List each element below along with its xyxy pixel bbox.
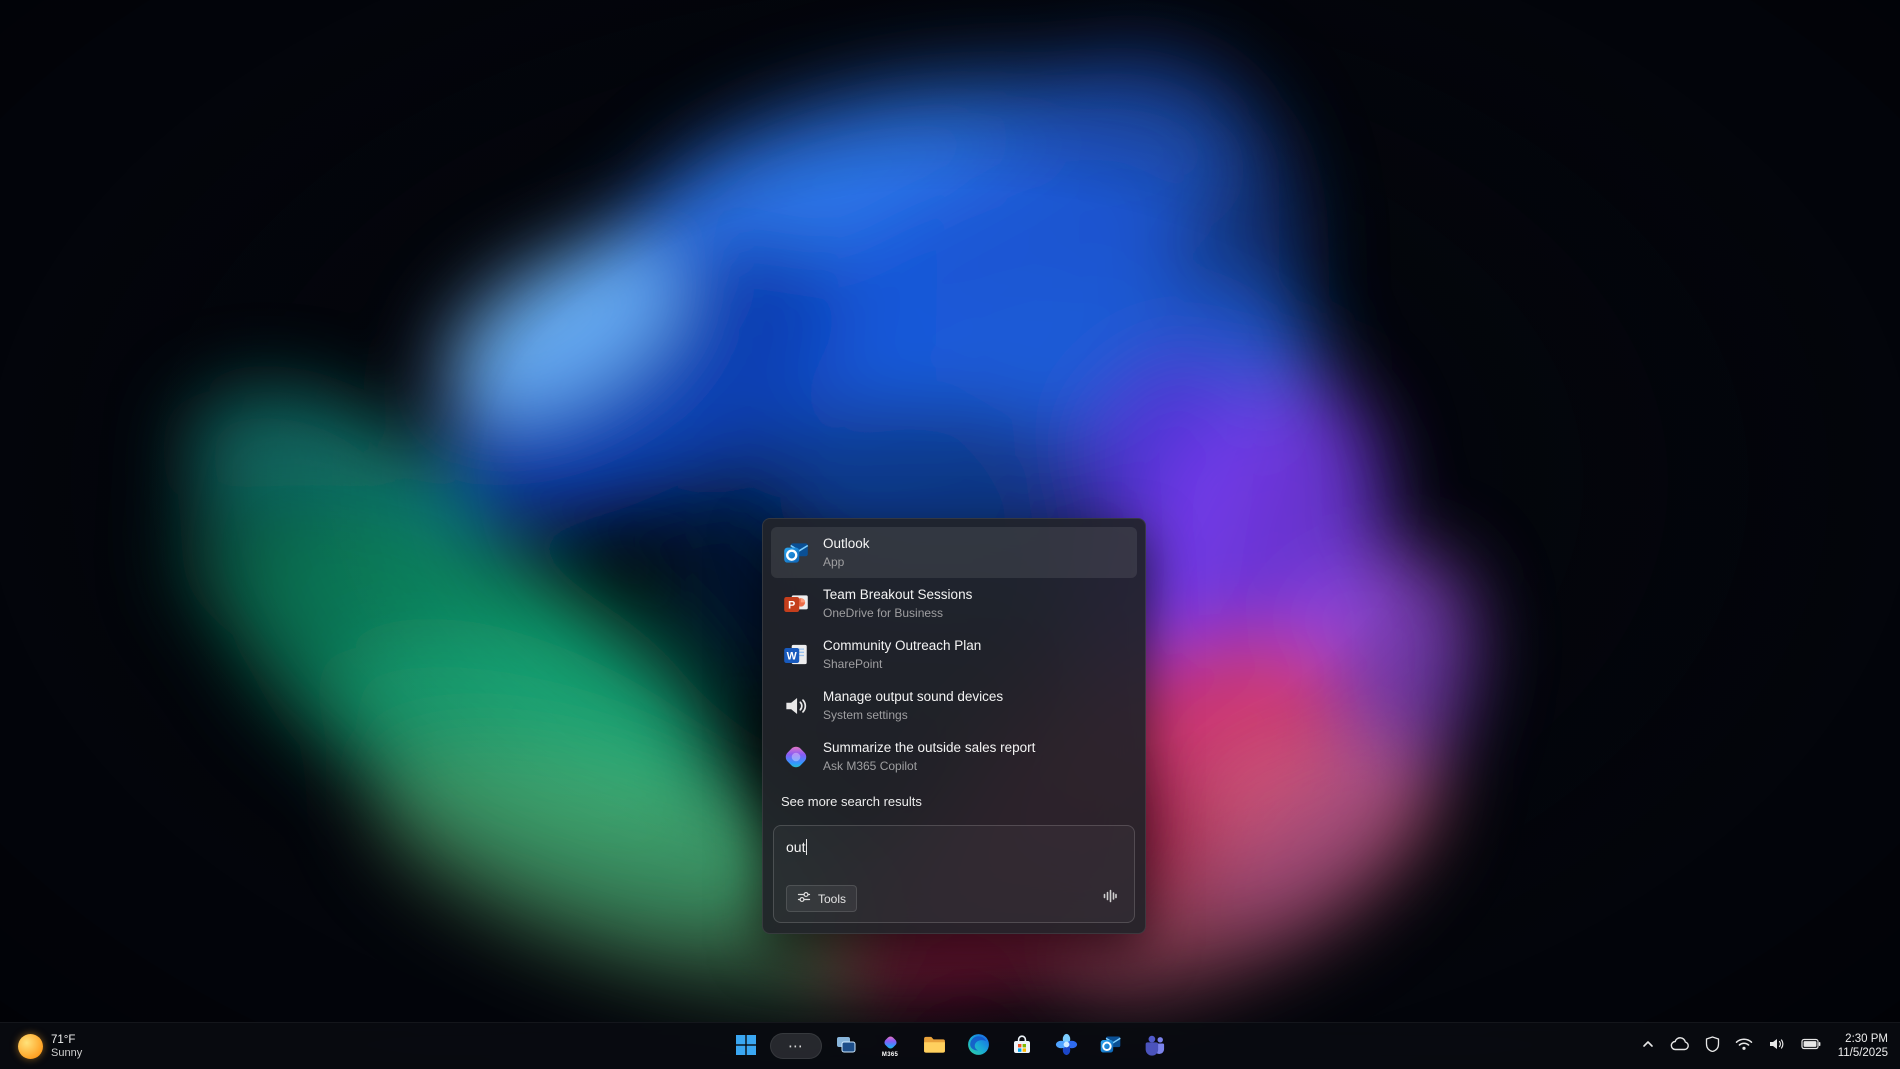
volume-tray-button[interactable] <box>1766 1035 1788 1058</box>
weather-widget[interactable]: 71°F Sunny <box>10 1023 90 1069</box>
result-title: Manage output sound devices <box>823 688 1003 706</box>
result-subtitle: App <box>823 554 870 570</box>
weather-condition: Sunny <box>51 1047 82 1060</box>
copilot-app-button[interactable] <box>1046 1026 1086 1066</box>
task-view-button[interactable] <box>826 1026 866 1066</box>
result-text: Community Outreach Plan SharePoint <box>823 637 981 672</box>
wifi-icon <box>1735 1037 1753 1056</box>
result-subtitle: Ask M365 Copilot <box>823 758 1035 774</box>
outlook-icon <box>781 538 811 568</box>
battery-tray-button[interactable] <box>1799 1035 1823 1057</box>
start-button[interactable] <box>726 1026 766 1066</box>
see-more-search-results-link[interactable]: See more search results <box>771 782 1137 819</box>
wifi-tray-button[interactable] <box>1733 1035 1755 1058</box>
taskbar-search-button[interactable]: ⋯ <box>770 1033 822 1059</box>
m365-copilot-button[interactable]: M365 <box>870 1026 910 1066</box>
search-input-box[interactable]: out Tools <box>773 825 1135 923</box>
taskbar-clock[interactable]: 2:30 PM 11/5/2025 <box>1838 1032 1888 1060</box>
m365-copilot-icon: M365 <box>882 1034 899 1058</box>
weather-text: 71°F Sunny <box>51 1033 82 1060</box>
result-text: Summarize the outside sales report Ask M… <box>823 739 1035 774</box>
weather-temperature: 71°F <box>51 1033 82 1047</box>
result-text: Outlook App <box>823 535 870 570</box>
result-title: Community Outreach Plan <box>823 637 981 655</box>
cloud-icon <box>1670 1036 1690 1057</box>
chevron-up-icon <box>1641 1037 1655 1056</box>
taskbar: 71°F Sunny ⋯ <box>0 1022 1900 1069</box>
voice-search-button[interactable] <box>1098 887 1122 911</box>
edge-icon <box>966 1032 991 1060</box>
clock-time: 2:30 PM <box>1845 1032 1888 1046</box>
tools-button-label: Tools <box>818 892 846 906</box>
onedrive-tray-button[interactable] <box>1668 1034 1692 1059</box>
search-result-community-outreach-plan[interactable]: W Community Outreach Plan SharePoint <box>771 629 1137 680</box>
result-title: Team Breakout Sessions <box>823 586 972 604</box>
teams-icon <box>1142 1032 1167 1060</box>
search-result-manage-output-sound-devices[interactable]: Manage output sound devices System setti… <box>771 680 1137 731</box>
search-result-outlook[interactable]: Outlook App <box>771 527 1137 578</box>
task-view-icon <box>834 1033 858 1060</box>
m365-badge-label: M365 <box>882 1052 898 1058</box>
sliders-icon <box>797 890 811 907</box>
file-explorer-button[interactable] <box>914 1026 954 1066</box>
result-subtitle: SharePoint <box>823 656 981 672</box>
ellipsis-icon: ⋯ <box>788 1037 804 1055</box>
sun-icon <box>18 1034 43 1059</box>
speaker-icon <box>781 691 811 721</box>
search-result-summarize-outside-sales-report[interactable]: Summarize the outside sales report Ask M… <box>771 731 1137 782</box>
teams-button[interactable] <box>1134 1026 1174 1066</box>
copilot-icon <box>781 742 811 772</box>
outlook-app-button[interactable] <box>1090 1026 1130 1066</box>
battery-icon <box>1801 1037 1821 1055</box>
result-text: Manage output sound devices System setti… <box>823 688 1003 723</box>
clock-date: 11/5/2025 <box>1838 1046 1888 1060</box>
system-tray: 2:30 PM 11/5/2025 <box>1639 1023 1888 1069</box>
tools-button[interactable]: Tools <box>786 885 857 912</box>
store-bag-icon <box>1010 1033 1034 1060</box>
result-title: Summarize the outside sales report <box>823 739 1035 757</box>
search-box-toolbar: Tools <box>786 885 1122 912</box>
waveform-icon <box>1102 888 1118 909</box>
edge-browser-button[interactable] <box>958 1026 998 1066</box>
shield-icon <box>1705 1036 1720 1057</box>
search-results-list: Outlook App P Team Breakout Sessions One… <box>771 527 1137 782</box>
result-title: Outlook <box>823 535 870 553</box>
microsoft-store-button[interactable] <box>1002 1026 1042 1066</box>
security-tray-button[interactable] <box>1703 1034 1722 1059</box>
powerpoint-icon: P <box>781 589 811 619</box>
folder-icon <box>922 1032 947 1060</box>
search-input[interactable]: out <box>786 838 1122 856</box>
result-text: Team Breakout Sessions OneDrive for Busi… <box>823 586 972 621</box>
result-subtitle: OneDrive for Business <box>823 605 972 621</box>
search-query-text: out <box>786 839 805 855</box>
copilot-pinwheel-icon <box>1054 1032 1079 1060</box>
windows-logo-icon <box>735 1034 757 1059</box>
text-caret <box>806 839 807 855</box>
result-subtitle: System settings <box>823 707 1003 723</box>
word-icon: W <box>781 640 811 670</box>
svg-text:P: P <box>788 599 795 611</box>
search-result-team-breakout-sessions[interactable]: P Team Breakout Sessions OneDrive for Bu… <box>771 578 1137 629</box>
search-flyout-panel: Outlook App P Team Breakout Sessions One… <box>762 518 1146 934</box>
volume-icon <box>1768 1037 1786 1056</box>
outlook-taskbar-icon <box>1098 1032 1123 1060</box>
tray-chevron-button[interactable] <box>1639 1035 1657 1058</box>
svg-text:W: W <box>787 650 798 662</box>
taskbar-center: ⋯ M365 <box>726 1023 1174 1069</box>
